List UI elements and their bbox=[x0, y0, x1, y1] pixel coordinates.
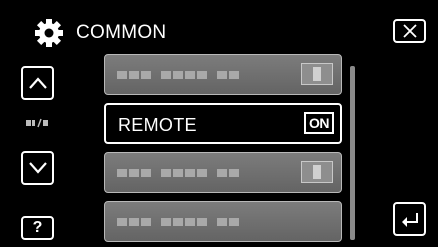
placeholder-text bbox=[117, 71, 249, 79]
placeholder-text bbox=[117, 169, 249, 177]
close-button[interactable] bbox=[393, 19, 426, 43]
menu-item-disabled bbox=[104, 152, 342, 193]
gear-icon bbox=[35, 19, 63, 47]
help-button[interactable]: ? bbox=[21, 216, 54, 240]
scroll-up-button[interactable] bbox=[21, 66, 54, 100]
value-indicator bbox=[301, 63, 333, 85]
chevron-up-icon bbox=[28, 77, 47, 89]
page-indicator-icon bbox=[26, 118, 48, 128]
help-label: ? bbox=[32, 219, 43, 236]
value-indicator bbox=[301, 161, 333, 183]
scrollbar[interactable] bbox=[350, 66, 355, 240]
settings-screen: COMMON ? REMOTE ON bbox=[0, 0, 438, 247]
chevron-down-icon bbox=[28, 162, 47, 174]
value-badge: ON bbox=[304, 112, 334, 134]
menu-item-disabled bbox=[104, 54, 342, 95]
page-title: COMMON bbox=[76, 22, 167, 43]
menu-item-label: REMOTE bbox=[118, 115, 197, 135]
scroll-down-button[interactable] bbox=[21, 151, 54, 185]
back-button[interactable] bbox=[393, 202, 426, 236]
menu-item-remote[interactable]: REMOTE ON bbox=[104, 103, 342, 144]
close-icon bbox=[402, 24, 417, 38]
header: COMMON bbox=[34, 18, 166, 48]
placeholder-text bbox=[117, 218, 249, 226]
menu-item-disabled bbox=[104, 201, 342, 242]
return-icon bbox=[401, 213, 418, 227]
